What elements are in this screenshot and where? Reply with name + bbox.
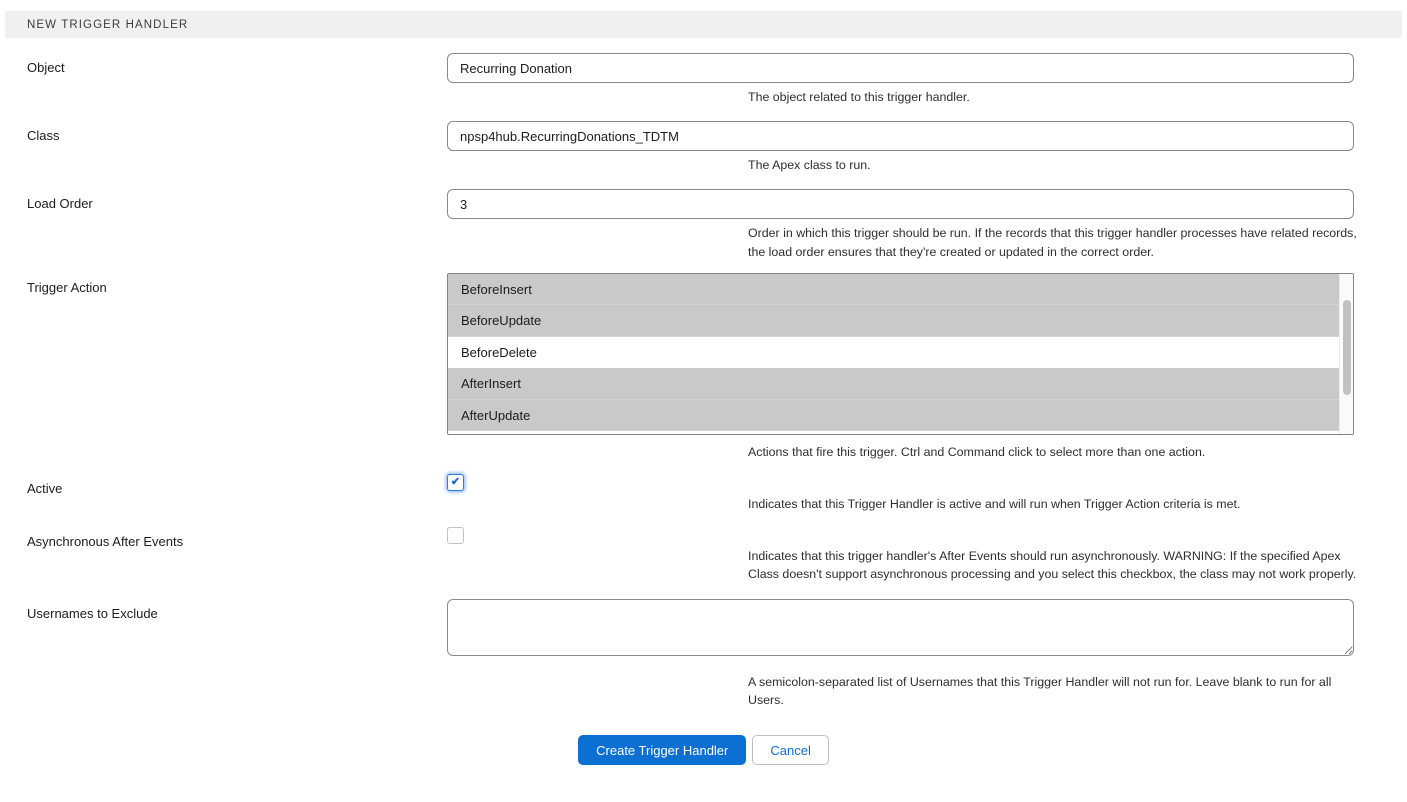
async-after-events-checkbox[interactable]: ✔ [447,527,464,544]
usernames-to-exclude-label: Usernames to Exclude [27,606,158,621]
trigger-action-listbox[interactable]: BeforeInsertBeforeUpdateBeforeDeleteAfte… [447,273,1354,435]
form-row-class: Class The Apex class to run. [0,121,1407,174]
check-icon: ✔ [451,477,460,488]
trigger-handler-form: Object The object related to this trigge… [0,38,1407,765]
trigger-action-option[interactable]: AfterInsert [448,368,1353,400]
usernames-to-exclude-help: A semicolon-separated list of Usernames … [748,673,1360,709]
active-checkbox[interactable]: ✔ [447,474,464,491]
form-row-async-after-events: Asynchronous After Events ✔ Indicates th… [0,527,1407,583]
create-trigger-handler-button[interactable]: Create Trigger Handler [578,735,746,765]
trigger-action-option[interactable]: AfterUpdate [448,400,1353,432]
trigger-action-option[interactable]: BeforeDelete [448,337,1353,369]
object-help: The object related to this trigger handl… [748,88,1360,106]
load-order-help: Order in which this trigger should be ru… [748,224,1360,260]
form-row-load-order: Load Order Order in which this trigger s… [0,189,1407,260]
active-help: Indicates that this Trigger Handler is a… [748,495,1360,513]
form-row-object: Object The object related to this trigge… [0,53,1407,106]
class-input[interactable] [447,121,1354,151]
async-after-events-label: Asynchronous After Events [27,534,183,549]
section-header: NEW TRIGGER HANDLER [5,11,1402,38]
form-actions: Create Trigger Handler Cancel [0,735,1407,765]
class-label: Class [27,128,60,143]
form-row-active: Active ✔ Indicates that this Trigger Han… [0,474,1407,513]
active-label: Active [27,481,62,496]
trigger-action-options: BeforeInsertBeforeUpdateBeforeDeleteAfte… [448,274,1353,432]
trigger-action-option[interactable]: BeforeInsert [448,274,1353,306]
usernames-to-exclude-textarea[interactable] [447,599,1354,656]
listbox-scroll-thumb[interactable] [1343,300,1351,395]
object-input[interactable] [447,53,1354,83]
load-order-label: Load Order [27,196,93,211]
listbox-scrollbar[interactable] [1339,274,1353,434]
form-row-usernames-to-exclude: Usernames to Exclude A semicolon-separat… [0,599,1407,709]
section-title: NEW TRIGGER HANDLER [27,19,188,31]
form-row-trigger-action: Trigger Action BeforeInsertBeforeUpdateB… [0,273,1407,461]
trigger-action-label: Trigger Action [27,280,107,295]
trigger-action-option[interactable]: BeforeUpdate [448,305,1353,337]
async-after-events-help: Indicates that this trigger handler's Af… [748,547,1360,583]
cancel-button[interactable]: Cancel [752,735,828,765]
class-help: The Apex class to run. [748,156,1360,174]
load-order-input[interactable] [447,189,1354,219]
trigger-action-help: Actions that fire this trigger. Ctrl and… [748,443,1360,461]
object-label: Object [27,60,65,75]
